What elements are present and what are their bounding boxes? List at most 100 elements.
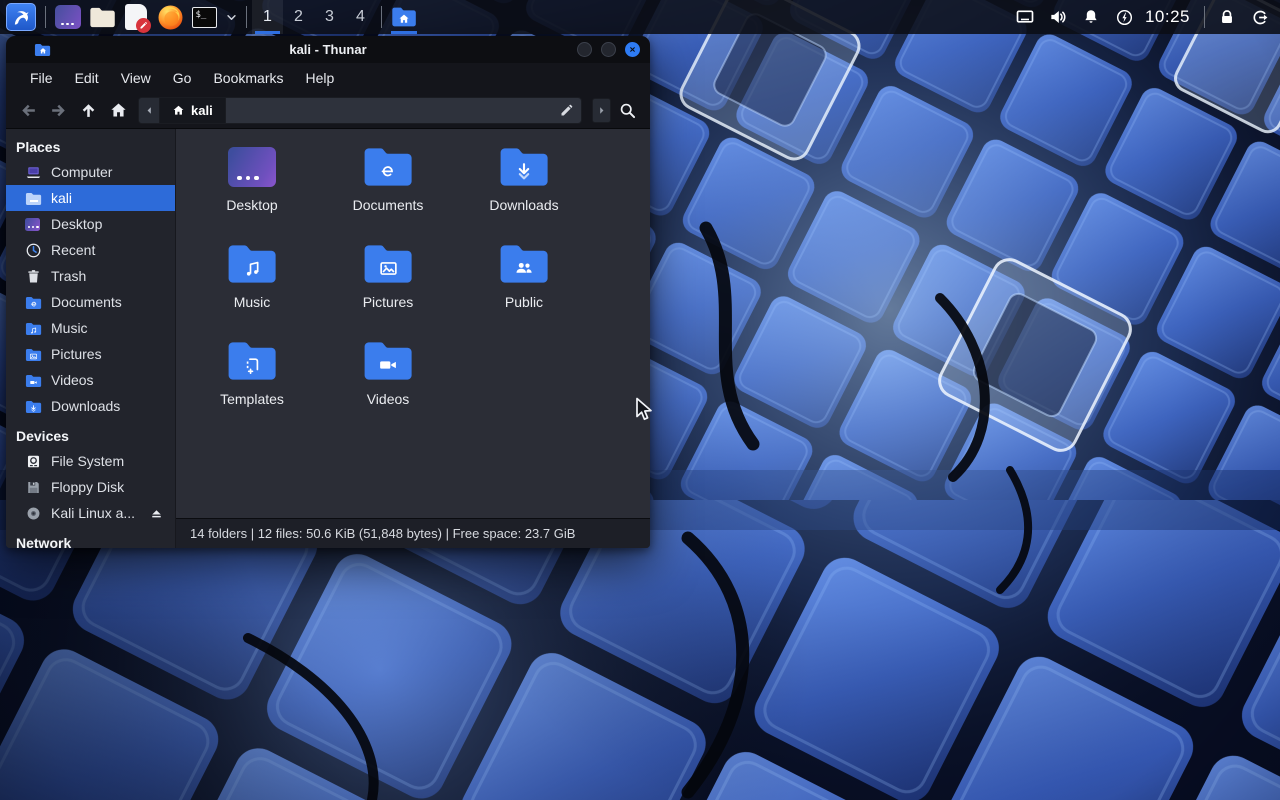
sidebar-item-computer[interactable]: Computer bbox=[6, 159, 175, 185]
file-item-pictures[interactable]: Pictures bbox=[330, 239, 446, 336]
devices-header: Devices bbox=[6, 423, 175, 448]
logout-button[interactable] bbox=[1243, 0, 1276, 34]
file-item-music[interactable]: Music bbox=[194, 239, 310, 336]
status-bar: 14 folders | 12 files: 50.6 KiB (51,848 … bbox=[176, 518, 650, 548]
path-scroll-left-button[interactable] bbox=[139, 98, 160, 123]
close-button[interactable] bbox=[625, 42, 640, 57]
launcher-file-manager-dark[interactable] bbox=[51, 0, 85, 34]
workspace-1[interactable]: 1 bbox=[252, 0, 283, 34]
panel-separator bbox=[381, 6, 382, 28]
forward-button[interactable] bbox=[43, 97, 73, 124]
file-view[interactable]: Desktop Documents Downloads bbox=[176, 129, 650, 548]
panel-separator bbox=[246, 6, 247, 28]
panel-separator bbox=[45, 6, 46, 28]
launcher-thunar[interactable] bbox=[85, 0, 119, 34]
computer-icon bbox=[25, 164, 42, 181]
recent-icon bbox=[25, 242, 42, 259]
downloads-folder-icon bbox=[498, 145, 550, 189]
file-item-documents[interactable]: Documents bbox=[330, 142, 446, 239]
path-crumb-kali[interactable]: kali bbox=[160, 98, 226, 123]
workspace-2[interactable]: 2 bbox=[283, 0, 314, 34]
sidebar-item-floppy-disk[interactable]: Floppy Disk bbox=[6, 474, 175, 500]
desktop-folder-icon bbox=[228, 147, 276, 187]
places-header: Places bbox=[6, 134, 175, 159]
dark-files-icon bbox=[55, 5, 81, 29]
sidebar-item-documents[interactable]: Documents bbox=[6, 289, 175, 315]
desktop-icon bbox=[25, 216, 42, 233]
menu-help[interactable]: Help bbox=[295, 65, 346, 91]
videos-folder-icon bbox=[362, 339, 414, 383]
documents-folder-icon bbox=[362, 145, 414, 189]
trash-icon bbox=[25, 268, 42, 285]
templates-folder-icon bbox=[226, 339, 278, 383]
eject-icon[interactable] bbox=[149, 506, 164, 521]
minimize-button[interactable] bbox=[577, 42, 592, 57]
notifications-tray-button[interactable] bbox=[1075, 0, 1108, 34]
sidebar-item-downloads[interactable]: Downloads bbox=[6, 393, 175, 419]
thunar-window: kali - Thunar File Edit View Go Bookmark… bbox=[6, 36, 650, 548]
path-bar[interactable]: kali bbox=[138, 97, 582, 124]
launcher-terminal[interactable]: $_ bbox=[187, 0, 221, 34]
menu-go[interactable]: Go bbox=[162, 65, 203, 91]
home-folder-icon bbox=[25, 190, 42, 207]
sidebar-item-file-system[interactable]: File System bbox=[6, 448, 175, 474]
music-folder-icon bbox=[226, 242, 278, 286]
sidebar-item-desktop[interactable]: Desktop bbox=[6, 211, 175, 237]
terminal-icon: $_ bbox=[192, 7, 217, 28]
launcher-text-editor[interactable] bbox=[119, 0, 153, 34]
home-button[interactable] bbox=[103, 97, 133, 124]
back-button[interactable] bbox=[13, 97, 43, 124]
file-manager-icon bbox=[89, 6, 116, 29]
sidebar: Places Computer kali Desktop bbox=[6, 129, 176, 548]
file-item-videos[interactable]: Videos bbox=[330, 336, 446, 433]
file-item-public[interactable]: Public bbox=[466, 239, 582, 336]
panel-clock[interactable]: 10:25 bbox=[1141, 7, 1199, 27]
launcher-firefox[interactable] bbox=[153, 0, 187, 34]
text-editor-icon bbox=[125, 4, 147, 30]
sidebar-item-kali[interactable]: kali bbox=[6, 185, 175, 211]
applications-menu-button[interactable] bbox=[6, 3, 36, 31]
videos-folder-icon bbox=[25, 372, 42, 389]
taskbar-thunar-window-button[interactable] bbox=[387, 0, 421, 34]
window-title: kali - Thunar bbox=[136, 42, 520, 57]
sidebar-item-pictures[interactable]: Pictures bbox=[6, 341, 175, 367]
volume-tray-button[interactable] bbox=[1042, 0, 1075, 34]
menu-bookmarks[interactable]: Bookmarks bbox=[202, 65, 294, 91]
sidebar-item-videos[interactable]: Videos bbox=[6, 367, 175, 393]
file-item-desktop[interactable]: Desktop bbox=[194, 142, 310, 239]
workspace-3[interactable]: 3 bbox=[314, 0, 345, 34]
toolbar: kali bbox=[6, 93, 650, 129]
menu-file[interactable]: File bbox=[19, 65, 64, 91]
sidebar-item-music[interactable]: Music bbox=[6, 315, 175, 341]
system-tray: 10:25 bbox=[1009, 0, 1280, 34]
sidebar-item-recent[interactable]: Recent bbox=[6, 237, 175, 263]
path-edit-button[interactable] bbox=[551, 98, 581, 123]
network-tray-button[interactable] bbox=[1009, 0, 1042, 34]
path-entry-area[interactable] bbox=[226, 98, 551, 123]
public-folder-icon bbox=[498, 242, 550, 286]
titlebar[interactable]: kali - Thunar bbox=[6, 36, 650, 63]
pictures-folder-icon bbox=[362, 242, 414, 286]
status-text: 14 folders | 12 files: 50.6 KiB (51,848 … bbox=[190, 526, 575, 541]
menubar: File Edit View Go Bookmarks Help bbox=[6, 63, 650, 93]
optical-disc-icon bbox=[25, 505, 42, 522]
top-panel: $_ 1 2 3 4 10:25 bbox=[0, 0, 1280, 34]
path-scroll-right-button[interactable] bbox=[592, 98, 611, 123]
lock-screen-button[interactable] bbox=[1210, 0, 1243, 34]
up-button[interactable] bbox=[73, 97, 103, 124]
sidebar-item-kali-linux-cd[interactable]: Kali Linux a... bbox=[6, 500, 175, 526]
file-item-templates[interactable]: Templates bbox=[194, 336, 310, 433]
sidebar-item-trash[interactable]: Trash bbox=[6, 263, 175, 289]
maximize-button[interactable] bbox=[601, 42, 616, 57]
workspace-4[interactable]: 4 bbox=[345, 0, 376, 34]
menu-view[interactable]: View bbox=[110, 65, 162, 91]
file-item-downloads[interactable]: Downloads bbox=[466, 142, 582, 239]
power-manager-tray-button[interactable] bbox=[1108, 0, 1141, 34]
launcher-dropdown-button[interactable] bbox=[221, 0, 241, 34]
floppy-disk-icon bbox=[25, 479, 42, 496]
chevron-down-icon bbox=[224, 10, 239, 25]
menu-edit[interactable]: Edit bbox=[64, 65, 110, 91]
search-button[interactable] bbox=[611, 97, 643, 125]
mouse-cursor bbox=[634, 397, 656, 422]
network-header: Network bbox=[6, 530, 175, 548]
